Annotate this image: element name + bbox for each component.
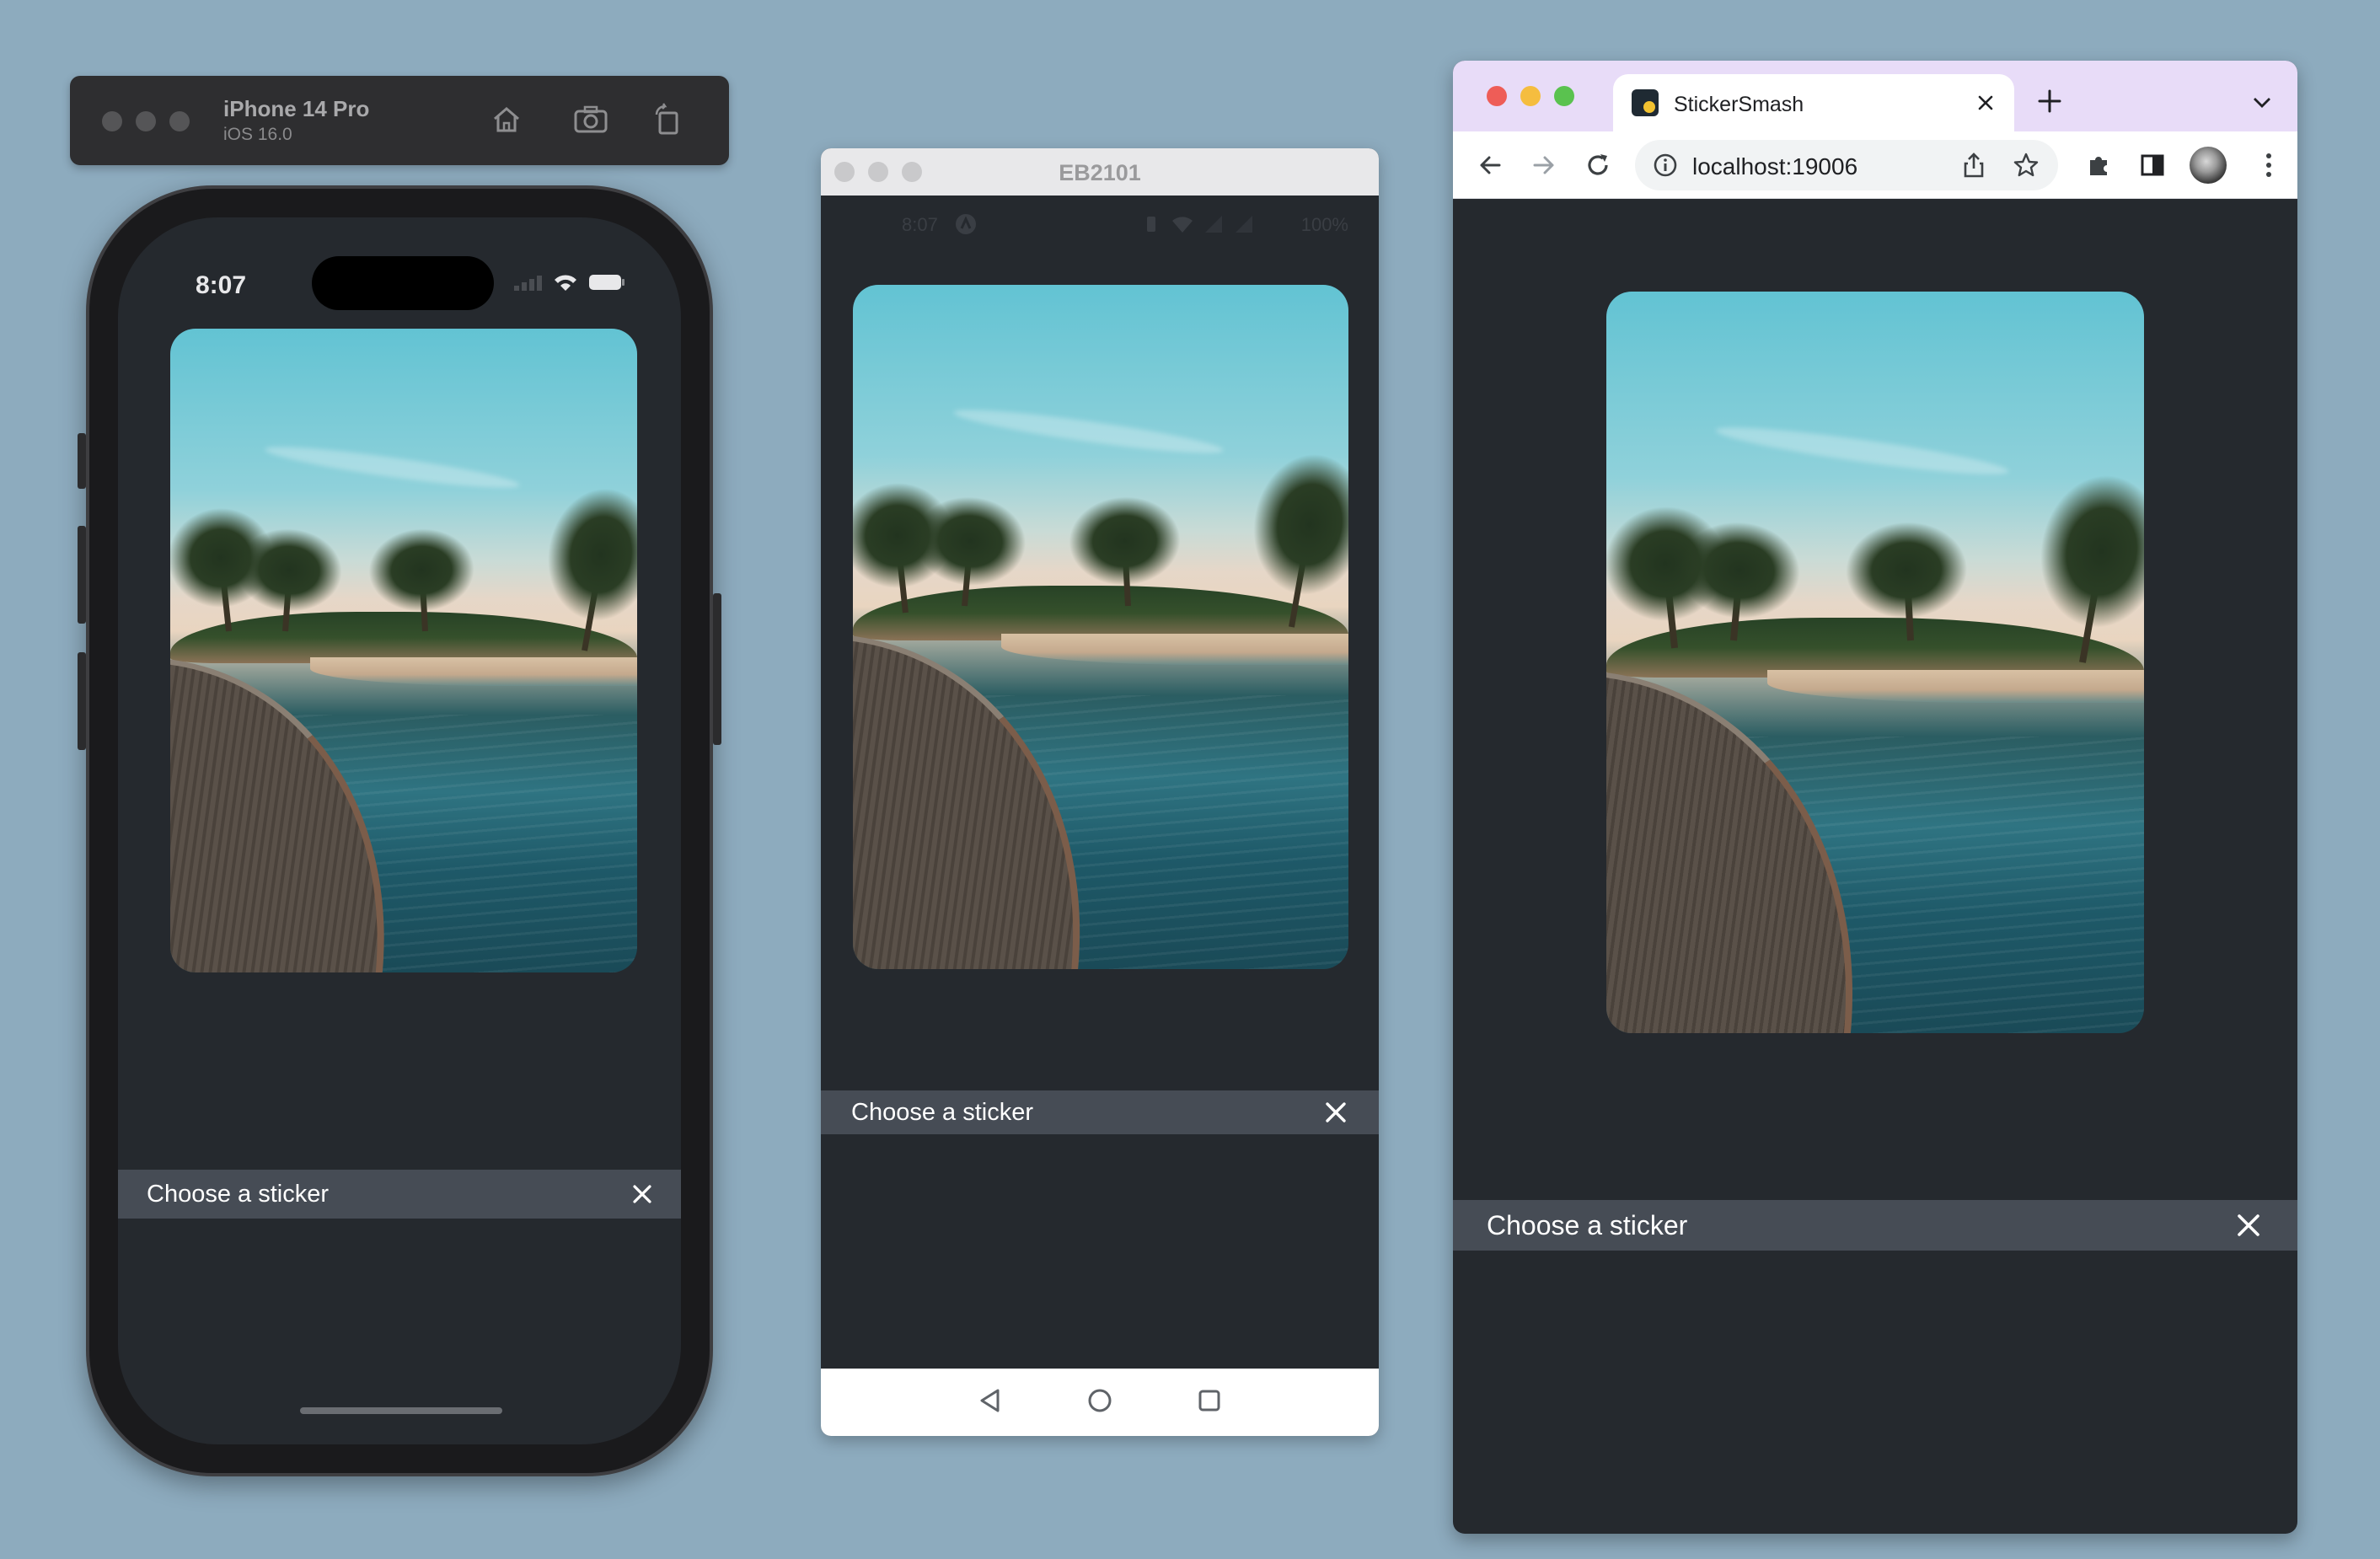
window-close-dot[interactable]	[1487, 86, 1507, 106]
favicon-icon	[1632, 89, 1659, 116]
simulator-device-name: iPhone 14 Pro	[223, 96, 370, 121]
iphone-screen: 8:07 Choose a sticker	[118, 217, 681, 1444]
signal-icon	[514, 274, 543, 295]
sticker-picker-header: Choose a sticker	[821, 1090, 1379, 1134]
dynamic-island	[312, 256, 494, 310]
close-icon[interactable]	[2237, 1213, 2260, 1237]
signal-icon	[1205, 216, 1222, 233]
sticker-picker-title: Choose a sticker	[147, 1180, 329, 1208]
window-zoom-dot[interactable]	[169, 111, 190, 131]
new-tab-icon[interactable]	[2034, 86, 2065, 116]
signal-icon-2	[1236, 216, 1252, 233]
wifi-icon	[1172, 217, 1193, 233]
battery-icon	[588, 273, 625, 296]
tab-title: StickerSmash	[1674, 93, 1804, 116]
android-emulator-window: EB2101 8:07 100% Choose a sticker	[821, 148, 1379, 1436]
android-navigation-bar	[821, 1369, 1379, 1436]
status-icons	[514, 273, 625, 296]
emulator-title: EB2101	[1059, 160, 1141, 185]
background-image	[170, 329, 637, 972]
forward-arrow-icon[interactable]	[1527, 148, 1561, 182]
back-icon[interactable]	[978, 1388, 1003, 1417]
browser-tab-active[interactable]: StickerSmash	[1613, 74, 2014, 131]
home-circle-icon[interactable]	[1087, 1388, 1112, 1417]
background-image	[1606, 292, 2144, 1033]
window-minimize-dot[interactable]	[136, 111, 156, 131]
iphone-device-frame: 8:07 Choose a sticker	[78, 185, 721, 1476]
status-time: 8:07	[902, 214, 938, 235]
screenshot-icon[interactable]	[571, 99, 611, 140]
volume-up-button	[78, 526, 86, 624]
share-icon[interactable]	[1962, 152, 1986, 183]
window-minimize-dot[interactable]	[1520, 86, 1541, 106]
battery-text: 100%	[1300, 214, 1348, 235]
simulator-os-version: iOS 16.0	[223, 125, 292, 144]
back-arrow-icon[interactable]	[1473, 148, 1507, 182]
sticker-picker-title: Choose a sticker	[851, 1098, 1033, 1126]
status-time: 8:07	[196, 271, 247, 299]
extensions-puzzle-icon[interactable]	[2082, 148, 2115, 182]
volume-down-button	[78, 652, 86, 750]
recents-icon[interactable]	[1197, 1388, 1222, 1417]
status-icons	[1141, 214, 1254, 234]
mute-switch	[78, 433, 86, 489]
browser-toolbar: localhost:19006	[1453, 131, 2297, 199]
reload-icon[interactable]	[1581, 148, 1615, 182]
wifi-icon	[553, 273, 578, 296]
sticker-picker-title: Choose a sticker	[1487, 1209, 1688, 1240]
sticker-picker-header: Choose a sticker	[118, 1170, 681, 1219]
home-icon[interactable]	[486, 99, 527, 140]
address-bar[interactable]: localhost:19006	[1635, 140, 2058, 190]
kebab-menu-icon[interactable]	[2252, 148, 2286, 182]
tab-search-chevron-icon[interactable]	[2250, 91, 2274, 115]
tab-close-icon[interactable]	[1972, 89, 1999, 116]
notification-icon	[954, 212, 978, 240]
url-text: localhost:19006	[1692, 153, 1858, 179]
ios-simulator-toolbar: iPhone 14 Pro iOS 16.0	[70, 76, 729, 165]
rotate-icon[interactable]	[646, 99, 687, 140]
site-info-icon[interactable]	[1652, 152, 1679, 183]
window-close-dot[interactable]	[102, 111, 122, 131]
browser-tab-strip: StickerSmash	[1453, 61, 2297, 131]
close-icon[interactable]	[632, 1184, 652, 1204]
android-status-bar: 8:07 100%	[821, 196, 1379, 249]
background-image	[853, 285, 1348, 969]
vibrate-icon	[1147, 217, 1155, 232]
bookmark-star-icon[interactable]	[2013, 152, 2040, 183]
emulator-titlebar: EB2101	[821, 148, 1379, 196]
side-panel-icon[interactable]	[2136, 148, 2169, 182]
power-button	[713, 593, 721, 745]
window-zoom-dot[interactable]	[1554, 86, 1574, 106]
home-indicator[interactable]	[300, 1407, 502, 1414]
profile-avatar[interactable]	[2190, 147, 2227, 184]
browser-window: StickerSmash localhost:19006 Choose a st…	[1453, 61, 2297, 1534]
sticker-picker-header: Choose a sticker	[1453, 1200, 2297, 1251]
close-icon[interactable]	[1325, 1101, 1347, 1123]
